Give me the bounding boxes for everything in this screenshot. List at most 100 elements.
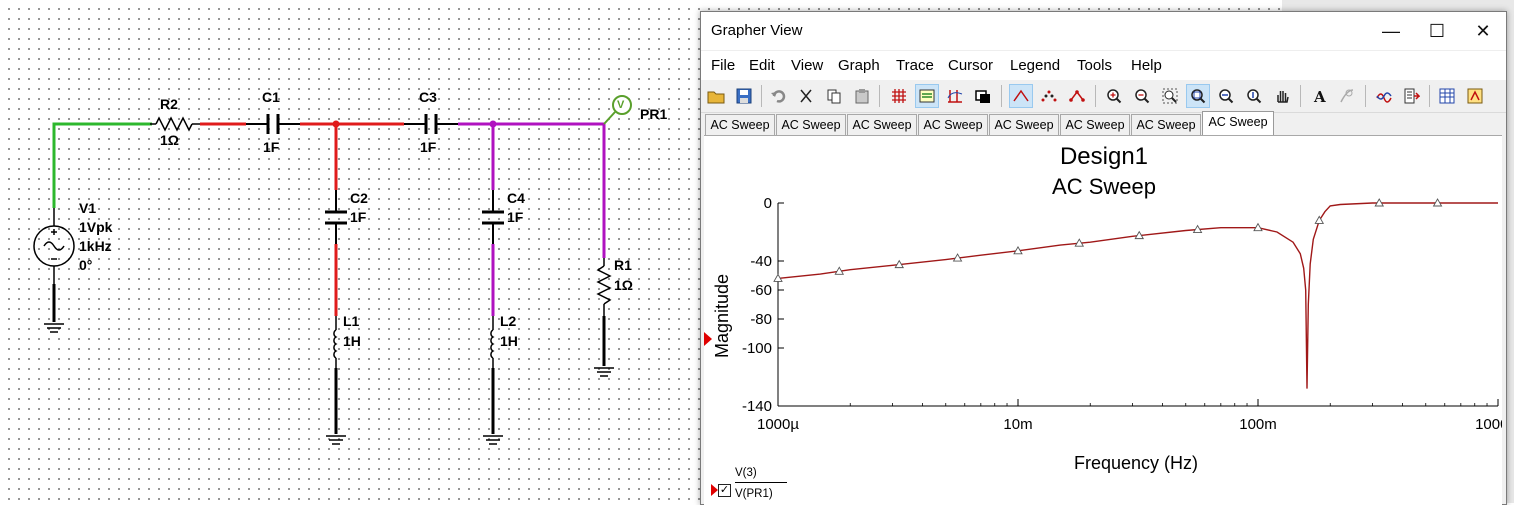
overlay-traces-icon[interactable]: [971, 84, 995, 108]
tab-ac-sweep-2[interactable]: AC Sweep: [776, 114, 846, 135]
c4-value: 1F: [507, 209, 524, 225]
toolbar-separator: [1429, 85, 1430, 107]
y-tick-label: -60: [750, 282, 772, 299]
probe-icon-letter: V: [617, 99, 625, 111]
net-green[interactable]: [52, 122, 152, 208]
y-axis-marker-icon[interactable]: [704, 332, 712, 346]
y-tick-label: -100: [742, 340, 772, 357]
zoom-x-icon[interactable]: [1214, 84, 1238, 108]
chart-title: Design1: [1060, 143, 1148, 170]
junction-dot: [332, 120, 340, 128]
zoom-in-icon[interactable]: [1102, 84, 1126, 108]
c3-ref: C3: [419, 89, 437, 105]
export-excel-icon[interactable]: [1435, 84, 1459, 108]
title-bar[interactable]: Grapher View — ☐ ✕: [701, 12, 1506, 50]
zoom-out-icon[interactable]: [1130, 84, 1154, 108]
toolbar: A: [701, 80, 1506, 113]
paste-icon[interactable]: [850, 84, 874, 108]
tab-ac-sweep-6[interactable]: AC Sweep: [1060, 114, 1130, 135]
x-tick-label: 10m: [1003, 416, 1032, 433]
zoom-area-icon[interactable]: [1158, 84, 1182, 108]
menu-file[interactable]: File: [711, 57, 735, 74]
voltage-source-v1[interactable]: [33, 208, 75, 322]
zoom-y-icon[interactable]: [1242, 84, 1266, 108]
l2-value: 1H: [500, 333, 518, 349]
legend-visibility-checkbox[interactable]: ✓: [718, 484, 731, 497]
r2-value: 1Ω: [160, 132, 180, 148]
legend-trace-marker-icon: [711, 484, 718, 496]
plot-area[interactable]: Design1 AC Sweep Magnitude Frequency (Hz…: [704, 135, 1502, 505]
net-red[interactable]: [200, 122, 404, 316]
v1-amp: 1Vpk: [79, 219, 113, 235]
trace-line[interactable]: [777, 202, 1498, 389]
ac-sweep-chart[interactable]: Design1 AC Sweep Magnitude Frequency (Hz…: [704, 136, 1502, 505]
copy-icon[interactable]: [822, 84, 846, 108]
x-tick-label: 1000m: [1475, 416, 1502, 433]
pan-hand-icon[interactable]: [1270, 84, 1294, 108]
tab-ac-sweep-7[interactable]: AC Sweep: [1131, 114, 1201, 135]
net-purple[interactable]: [458, 122, 606, 316]
capacitor-c3[interactable]: [404, 114, 458, 134]
maximize-button[interactable]: ☐: [1414, 12, 1460, 50]
minimize-button[interactable]: —: [1368, 12, 1414, 50]
r1-ref: R1: [614, 257, 632, 273]
legend-denominator: V(PR1): [735, 488, 773, 500]
page-tabs: AC Sweep AC Sweep AC Sweep AC Sweep AC S…: [701, 111, 1506, 135]
toolbar-separator: [879, 85, 880, 107]
toolbar-separator: [1300, 85, 1301, 107]
menu-legend[interactable]: Legend: [1010, 57, 1060, 74]
c1-ref: C1: [262, 89, 280, 105]
inductor-l1[interactable]: [333, 316, 338, 434]
menu-trace[interactable]: Trace: [896, 57, 934, 74]
grapher-window[interactable]: Grapher View — ☐ ✕ File Edit View Graph …: [700, 11, 1507, 505]
undo-icon[interactable]: [766, 84, 790, 108]
export-mathcad-icon[interactable]: [1463, 84, 1487, 108]
c1-value: 1F: [263, 139, 280, 155]
points-style-icon[interactable]: [1037, 84, 1061, 108]
resistor-r2[interactable]: [150, 116, 200, 132]
line-style-icon[interactable]: [1009, 84, 1033, 108]
zoom-full-icon[interactable]: [1186, 84, 1210, 108]
r2-ref: R2: [160, 96, 178, 112]
menu-help[interactable]: Help: [1131, 57, 1162, 74]
legend-toggle-icon[interactable]: [915, 84, 939, 108]
trace-marker: [1314, 215, 1325, 224]
open-folder-icon[interactable]: [704, 84, 728, 108]
export-icon[interactable]: [1400, 84, 1424, 108]
show-cursors-icon[interactable]: [943, 84, 967, 108]
menu-graph[interactable]: Graph: [838, 57, 880, 74]
inductor-l2[interactable]: [490, 316, 495, 434]
menu-view[interactable]: View: [791, 57, 823, 74]
menu-tools[interactable]: Tools: [1077, 57, 1112, 74]
x-tick-label: 1000µ: [757, 416, 799, 433]
resistor-r1[interactable]: [596, 258, 612, 366]
capacitor-c4[interactable]: [482, 190, 504, 244]
probe-label-icon[interactable]: [1335, 84, 1359, 108]
ground-symbol: [326, 435, 346, 445]
close-button[interactable]: ✕: [1460, 12, 1506, 50]
save-icon[interactable]: [732, 84, 756, 108]
trace-properties-icon[interactable]: [1372, 84, 1396, 108]
x-tick-label: 100m: [1239, 416, 1277, 433]
l2-ref: L2: [500, 313, 517, 329]
c2-value: 1F: [350, 209, 367, 225]
text-tool-icon[interactable]: A: [1307, 84, 1331, 108]
chart-subtitle: AC Sweep: [1052, 174, 1156, 199]
tab-ac-sweep-5[interactable]: AC Sweep: [989, 114, 1059, 135]
capacitor-c2[interactable]: [325, 190, 347, 244]
grid-icon[interactable]: [887, 84, 911, 108]
menu-edit[interactable]: Edit: [749, 57, 775, 74]
tab-ac-sweep-8[interactable]: AC Sweep: [1202, 111, 1274, 135]
c2-ref: C2: [350, 190, 368, 206]
window-title: Grapher View: [711, 22, 803, 39]
capacitor-c1[interactable]: [246, 114, 300, 134]
v1-phase: 0°: [79, 257, 93, 273]
toolbar-separator: [1001, 85, 1002, 107]
tab-ac-sweep-4[interactable]: AC Sweep: [918, 114, 988, 135]
toolbar-separator: [1095, 85, 1096, 107]
cut-icon[interactable]: [794, 84, 818, 108]
line-points-style-icon[interactable]: [1065, 84, 1089, 108]
tab-ac-sweep-1[interactable]: AC Sweep: [705, 114, 775, 135]
menu-cursor[interactable]: Cursor: [948, 57, 993, 74]
tab-ac-sweep-3[interactable]: AC Sweep: [847, 114, 917, 135]
